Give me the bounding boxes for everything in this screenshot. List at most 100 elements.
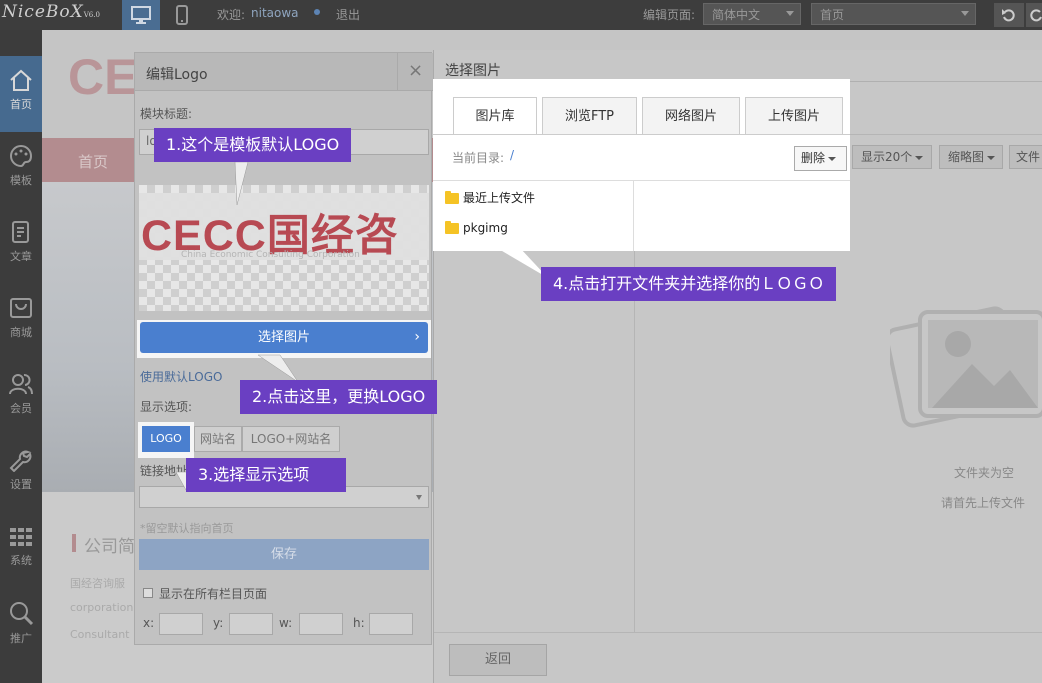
show-all-checkbox[interactable] — [143, 588, 153, 598]
sidebar-item-label: 会员 — [10, 402, 32, 415]
logo-image: CECC国经咨 China Economic Consulting Corpor… — [139, 193, 429, 260]
logout-link[interactable]: 退出 — [336, 6, 360, 23]
link-label: 链接地址: — [140, 464, 193, 478]
list-divider — [633, 181, 634, 251]
page-select[interactable]: 首页 — [811, 3, 976, 25]
display-option-logo-and-name[interactable]: LOGO+网站名 — [242, 426, 340, 452]
mobile-view-button[interactable] — [163, 0, 201, 30]
shop-icon — [10, 298, 32, 318]
sidebar-item-label: 设置 — [10, 478, 32, 491]
sidebar-item-label: 系统 — [10, 554, 32, 567]
document-icon — [12, 221, 29, 243]
x-input[interactable] — [159, 613, 203, 635]
sidebar-item-template[interactable]: 模板 — [0, 132, 42, 208]
current-dir-path[interactable]: / — [510, 148, 514, 162]
footer-divider — [434, 632, 1042, 633]
use-default-logo-link[interactable]: 使用默认LOGO — [140, 368, 222, 385]
site-intro-line: corporation — [70, 601, 134, 614]
delete-button[interactable]: 删除 — [794, 146, 847, 171]
sidebar: 首页 模板 文章 商城 会员 设置 系统 推广 — [0, 30, 42, 683]
caret-down-icon — [915, 155, 924, 160]
language-select[interactable]: 简体中文 — [703, 3, 801, 25]
chevron-down-icon — [416, 495, 422, 500]
show-all-label: 显示在所有栏目页面 — [159, 587, 268, 601]
dialog-title: 选择图片 — [445, 63, 501, 79]
undo-icon — [1002, 9, 1015, 22]
wrench-icon — [9, 450, 32, 472]
save-button[interactable]: 保存 — [139, 539, 429, 570]
tab-browse-ftp[interactable]: 浏览FTP — [542, 97, 637, 134]
back-button[interactable]: 返回 — [449, 644, 547, 676]
chevron-right-icon: › — [414, 329, 420, 345]
home-icon — [10, 69, 32, 91]
callout-default-logo: 1.这个是模板默认LOGO — [154, 128, 352, 162]
site-intro-line: 国经咨询服 — [70, 577, 125, 590]
sidebar-item-shop[interactable]: 商城 — [0, 284, 42, 360]
search-icon — [10, 602, 34, 626]
dialog-title: 编辑Logo — [146, 67, 208, 83]
show-count-button[interactable]: 显示20个 — [852, 145, 932, 169]
display-option-logo[interactable]: LOGO — [142, 426, 190, 452]
username-link[interactable]: nitaowa — [251, 6, 299, 20]
dialog-header: 编辑Logo × — [135, 53, 433, 91]
current-dir-label: 当前目录: — [452, 151, 505, 165]
empty-image-icon — [890, 306, 1042, 428]
users-icon — [9, 374, 33, 395]
display-option-site-name[interactable]: 网站名 — [194, 426, 242, 452]
redo-icon — [1030, 9, 1042, 22]
w-label: w: — [279, 616, 293, 630]
tab-underline — [433, 134, 850, 135]
caret-down-icon — [828, 156, 837, 161]
x-label: x: — [143, 616, 155, 630]
y-label: y: — [213, 616, 224, 630]
site-brand: CE — [68, 49, 138, 105]
palette-icon — [10, 144, 33, 168]
edit-page-label: 编辑页面: — [643, 8, 696, 22]
dialog-header: 选择图片 — [434, 50, 1042, 82]
h-input[interactable] — [369, 613, 413, 635]
top-bar: NiceBoXV6.0 欢迎: nitaowa 退出 编辑页面: 简体中文 首页 — [0, 0, 1042, 30]
online-dot-icon — [314, 9, 320, 15]
sidebar-item-settings[interactable]: 设置 — [0, 436, 42, 512]
sidebar-item-label: 文章 — [10, 250, 32, 263]
redo-button[interactable] — [1026, 3, 1042, 27]
h-label: h: — [353, 616, 365, 630]
close-icon[interactable]: × — [397, 53, 433, 90]
sidebar-item-label: 推广 — [10, 632, 32, 645]
link-hint: *留空默认指向首页 — [140, 522, 234, 535]
callout-display-options: 3.选择显示选项 — [186, 458, 346, 492]
caret-down-icon — [987, 155, 996, 160]
undo-button[interactable] — [994, 3, 1024, 27]
chevron-down-icon — [961, 11, 969, 16]
sidebar-item-label: 模板 — [10, 174, 32, 187]
phone-icon — [176, 5, 188, 25]
sidebar-item-article[interactable]: 文章 — [0, 208, 42, 284]
choose-image-button[interactable]: 选择图片 › — [140, 322, 428, 353]
sidebar-item-promote[interactable]: 推广 — [0, 588, 42, 664]
display-options-label: 显示选项: — [140, 400, 193, 414]
tab-web-image[interactable]: 网络图片 — [642, 97, 740, 134]
sidebar-item-members[interactable]: 会员 — [0, 360, 42, 436]
welcome-label: 欢迎: — [217, 8, 246, 22]
section-marker — [72, 534, 76, 552]
tab-upload-image[interactable]: 上传图片 — [745, 97, 843, 134]
list-top-border — [433, 180, 850, 181]
nicebox-logo: NiceBoXV6.0 — [2, 2, 100, 22]
file-button[interactable]: 文件 — [1009, 145, 1042, 169]
desktop-view-button[interactable] — [122, 0, 160, 30]
empty-folder-hint: 请首先上传文件 — [941, 496, 1026, 510]
w-input[interactable] — [299, 613, 343, 635]
sidebar-item-home[interactable]: 首页 — [0, 56, 42, 132]
sidebar-item-system[interactable]: 系统 — [0, 512, 42, 588]
thumbnail-button[interactable]: 缩略图 — [939, 145, 1003, 169]
callout-change-logo: 2.点击这里，更换LOGO — [240, 380, 438, 414]
sidebar-item-label: 首页 — [10, 98, 32, 111]
sidebar-item-label: 商城 — [10, 326, 32, 339]
folder-pkgimg[interactable]: pkgimg — [445, 221, 508, 235]
folder-icon — [445, 221, 459, 234]
tab-image-library[interactable]: 图片库 — [453, 97, 537, 134]
chevron-down-icon — [786, 11, 794, 16]
y-input[interactable] — [229, 613, 273, 635]
folder-recent-uploads[interactable]: 最近上传文件 — [445, 189, 535, 206]
site-nav-home: 首页 — [78, 153, 109, 171]
